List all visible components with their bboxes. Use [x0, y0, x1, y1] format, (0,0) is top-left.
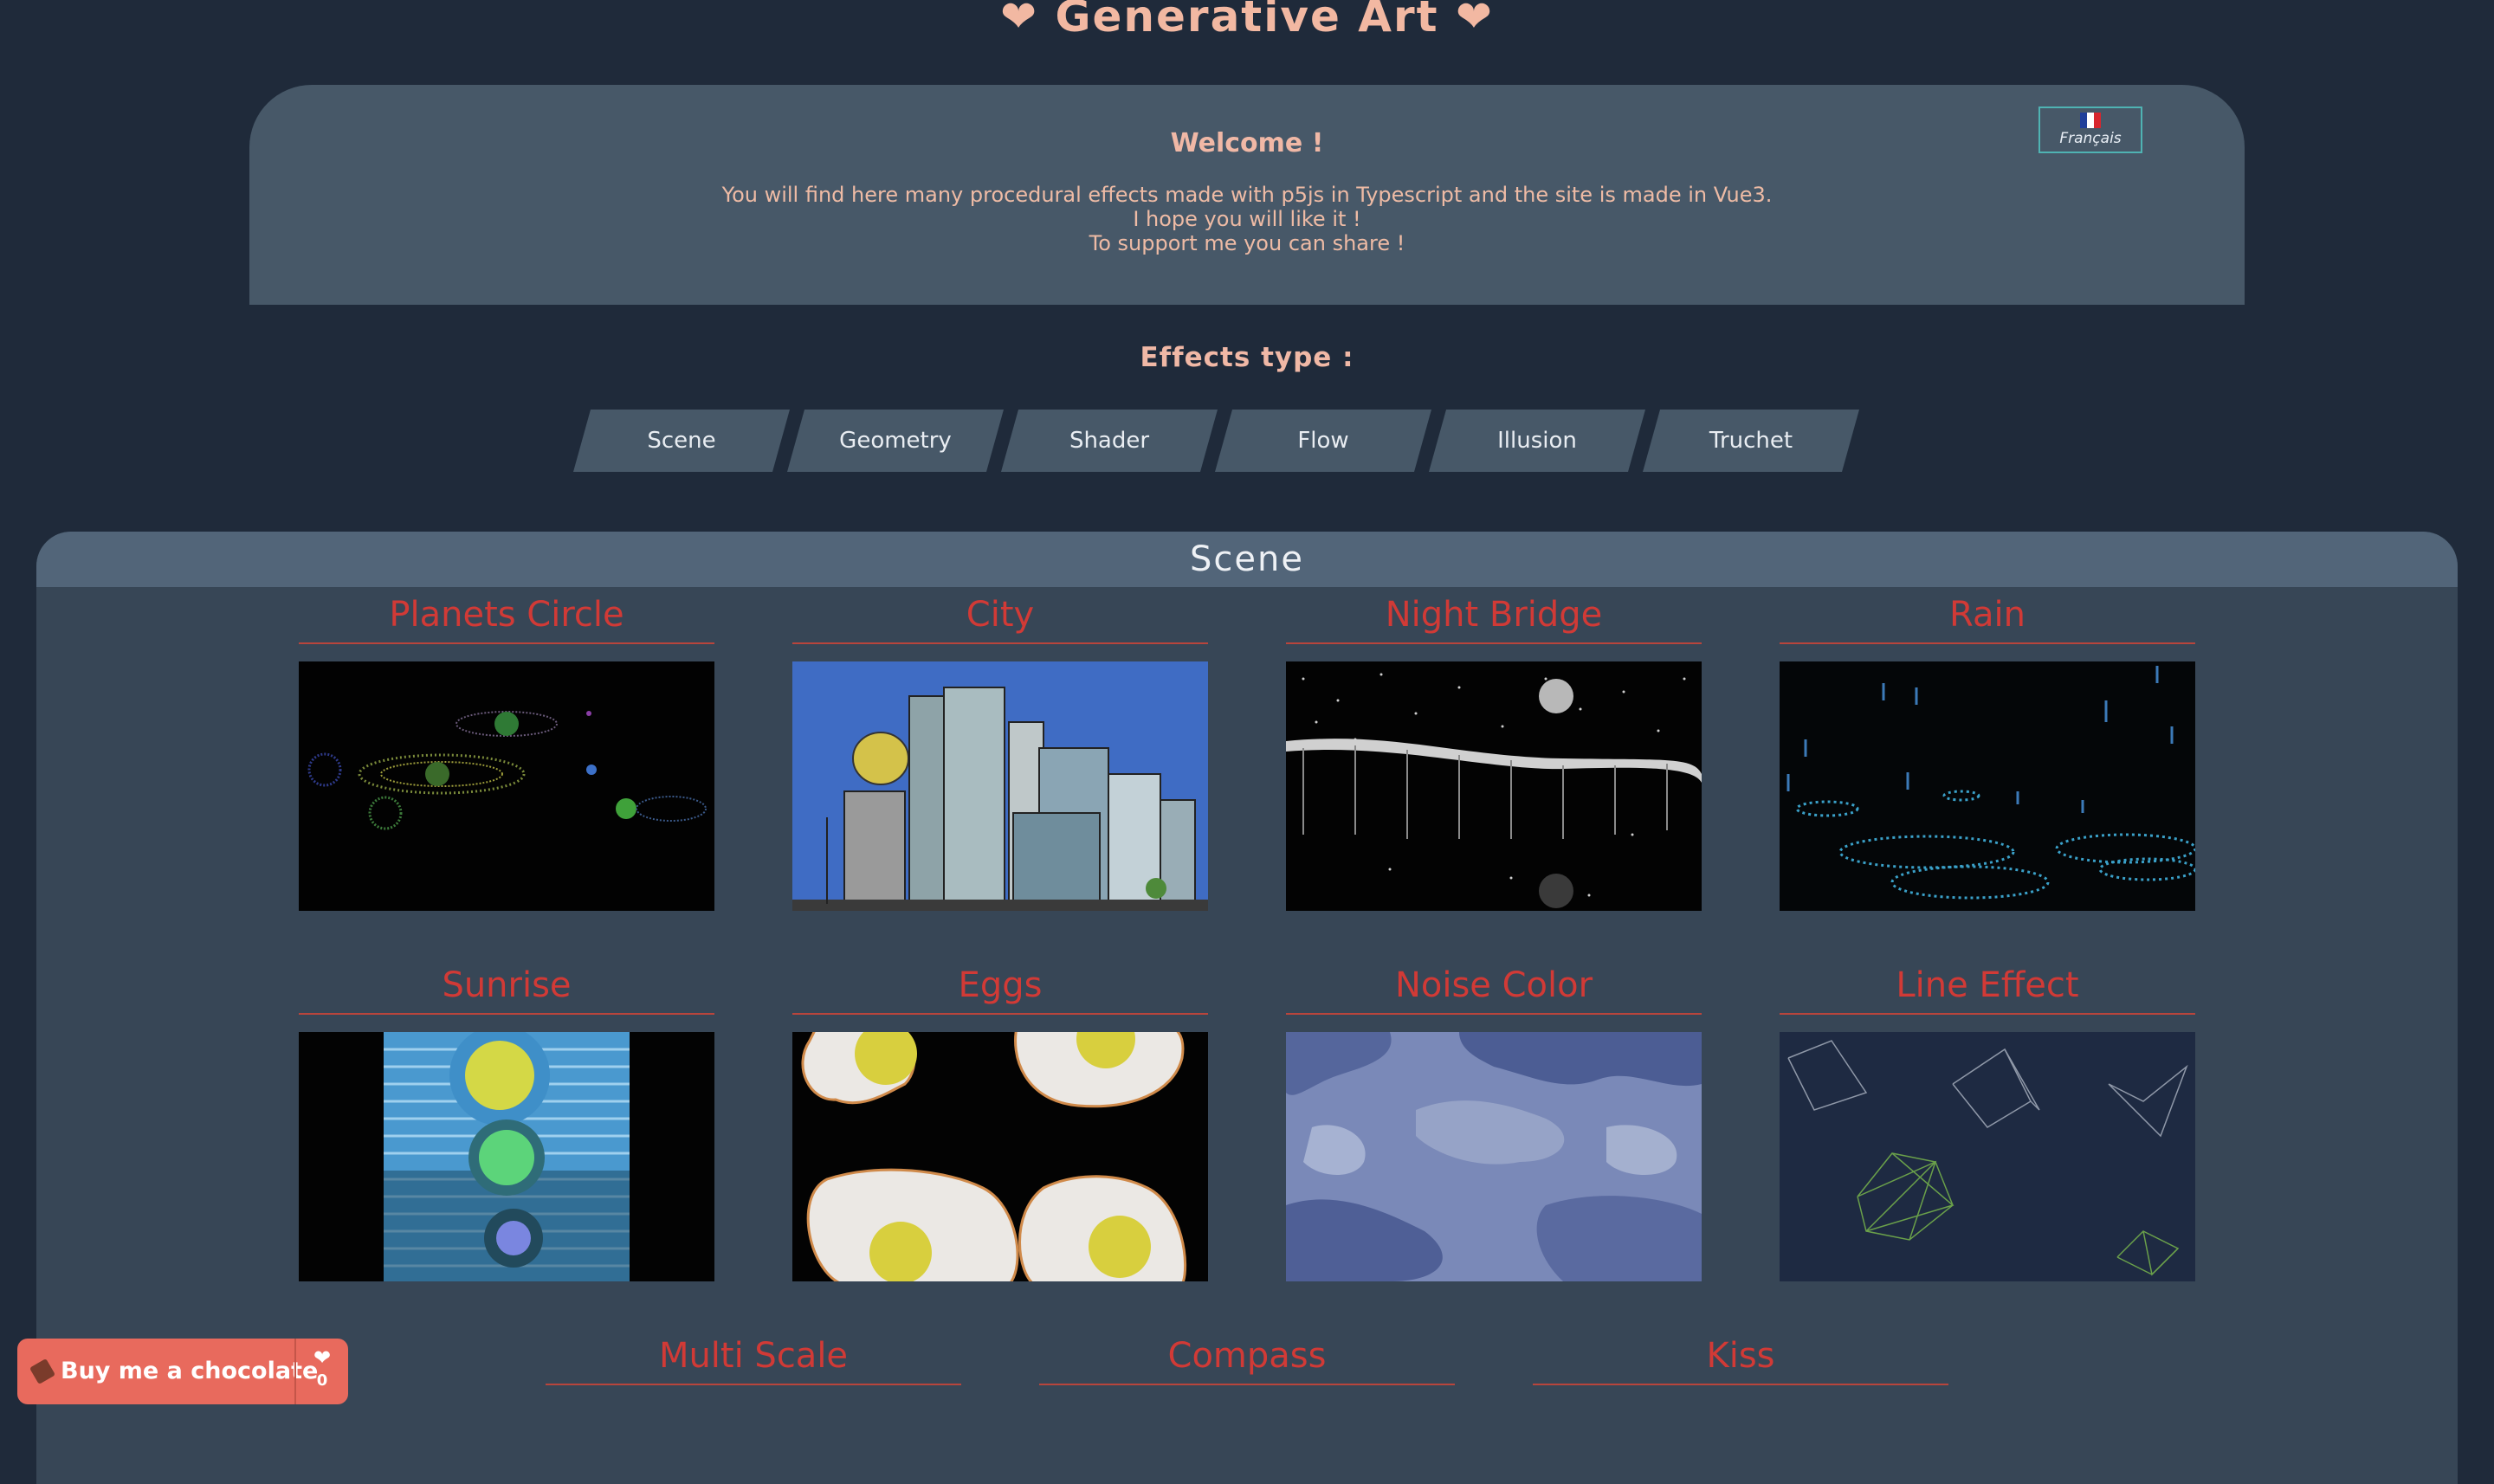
- night-bridge-thumbnail[interactable]: [1286, 661, 1702, 911]
- planets-circle-thumbnail[interactable]: [299, 661, 714, 911]
- language-label: Français: [2059, 130, 2122, 147]
- effect-card-eggs[interactable]: Eggs: [792, 958, 1208, 1281]
- effects-tabs: Scene Geometry Shader Flow Illusion Truc…: [573, 410, 1860, 472]
- card-title[interactable]: Kiss: [1533, 1328, 1948, 1385]
- city-thumbnail[interactable]: [792, 661, 1208, 911]
- tab-flow[interactable]: Flow: [1215, 410, 1431, 472]
- welcome-panel: Welcome ! You will find here many proced…: [249, 85, 2245, 305]
- card-title[interactable]: Night Bridge: [1286, 587, 1702, 644]
- like-counter[interactable]: ❤ 0: [294, 1339, 348, 1404]
- scene-section: Scene Planets Circle City Night Bridge R…: [36, 532, 2458, 1484]
- buy-me-a-chocolate-button[interactable]: Buy me a chocolate ❤ 0: [17, 1339, 348, 1404]
- chocolate-button-label-wrap: Buy me a chocolate: [29, 1358, 319, 1385]
- welcome-line: To support me you can share !: [1089, 231, 1405, 255]
- card-title[interactable]: Eggs: [792, 958, 1208, 1015]
- effect-card-noise-color[interactable]: Noise Color: [1286, 958, 1702, 1281]
- effect-card-line-effect[interactable]: Line Effect: [1780, 958, 2195, 1281]
- card-title[interactable]: Compass: [1039, 1328, 1455, 1385]
- effects-type-title: Effects type :: [1140, 342, 1354, 373]
- card-title[interactable]: Noise Color: [1286, 958, 1702, 1015]
- sunrise-thumbnail[interactable]: [299, 1032, 714, 1281]
- tab-truchet[interactable]: Truchet: [1643, 410, 1859, 472]
- effect-card-compass[interactable]: Compass: [1039, 1328, 1455, 1385]
- like-count: 0: [316, 1371, 328, 1390]
- card-title[interactable]: Rain: [1780, 587, 2195, 644]
- card-title[interactable]: Planets Circle: [299, 587, 714, 644]
- tab-scene[interactable]: Scene: [573, 410, 790, 472]
- card-title[interactable]: City: [792, 587, 1208, 644]
- rain-thumbnail[interactable]: [1780, 661, 2195, 911]
- welcome-text: You will find here many procedural effec…: [249, 183, 2245, 255]
- chocolate-button-label: Buy me a chocolate: [61, 1358, 319, 1384]
- noise-color-thumbnail[interactable]: [1286, 1032, 1702, 1281]
- tab-shader[interactable]: Shader: [1001, 410, 1218, 472]
- heart-icon: ❤: [1000, 0, 1039, 42]
- effect-card-rain[interactable]: Rain: [1780, 587, 2195, 911]
- tab-geometry[interactable]: Geometry: [787, 410, 1004, 472]
- section-title: Scene: [36, 532, 2458, 587]
- welcome-line: You will find here many procedural effec…: [721, 183, 1773, 207]
- flag-fr-icon: [2080, 113, 2101, 128]
- card-title[interactable]: Line Effect: [1780, 958, 2195, 1015]
- line-effect-thumbnail[interactable]: [1780, 1032, 2195, 1281]
- heart-icon: ❤: [1455, 0, 1494, 42]
- heart-icon: ❤: [313, 1345, 332, 1370]
- welcome-heading: Welcome !: [1170, 128, 1324, 158]
- card-title[interactable]: Multi Scale: [546, 1328, 961, 1385]
- effect-card-sunrise[interactable]: Sunrise: [299, 958, 714, 1281]
- welcome-line: I hope you will like it !: [1133, 207, 1361, 231]
- chocolate-bar-icon: [29, 1358, 56, 1385]
- card-title[interactable]: Sunrise: [299, 958, 714, 1015]
- site-title: ❤ Generative Art ❤: [0, 0, 2494, 42]
- effect-card-night-bridge[interactable]: Night Bridge: [1286, 587, 1702, 911]
- tab-illusion[interactable]: Illusion: [1429, 410, 1645, 472]
- site-title-text: Generative Art: [1055, 0, 1439, 42]
- effect-card-planets-circle[interactable]: Planets Circle: [299, 587, 714, 911]
- effect-card-multi-scale[interactable]: Multi Scale: [546, 1328, 961, 1385]
- language-switch-button[interactable]: Français: [2038, 106, 2142, 153]
- eggs-thumbnail[interactable]: [792, 1032, 1208, 1281]
- effect-card-kiss[interactable]: Kiss: [1533, 1328, 1948, 1385]
- effect-card-city[interactable]: City: [792, 587, 1208, 911]
